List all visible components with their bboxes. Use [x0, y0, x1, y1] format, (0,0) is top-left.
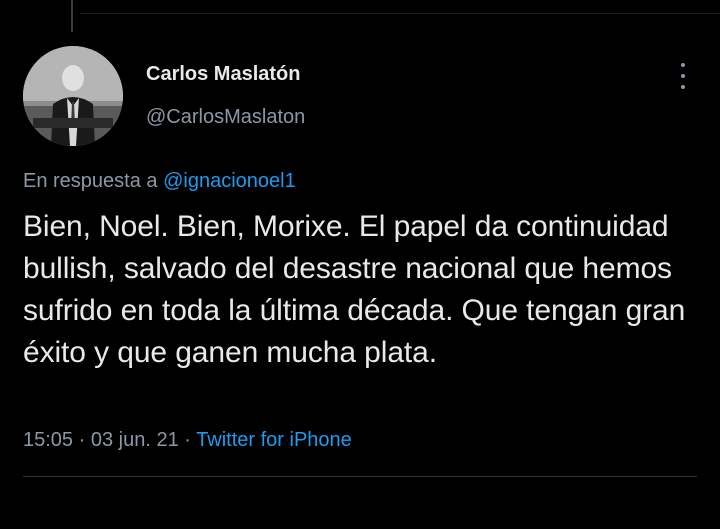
reply-context: En respuesta a @ignacionoel1: [23, 170, 296, 193]
tweet-source-link[interactable]: Twitter for iPhone: [196, 429, 352, 451]
reply-prefix: En respuesta a: [23, 170, 158, 192]
reply-mention-link[interactable]: @ignacionoel1: [163, 170, 296, 192]
thread-connector-line: [71, 0, 73, 32]
tweet-text: Bien, Noel. Bien, Morixe. El papel da co…: [23, 210, 686, 369]
more-vertical-icon[interactable]: [672, 62, 694, 90]
meta-separator: ·: [78, 429, 86, 451]
avatar[interactable]: [23, 46, 123, 146]
more-dot: [681, 74, 685, 78]
tweet-metadata: 15:05 · 03 jun. 21 · Twitter for iPhone: [23, 429, 352, 452]
more-dot: [681, 63, 685, 67]
bottom-divider: [23, 476, 697, 477]
meta-separator: ·: [184, 429, 191, 451]
more-dot: [681, 85, 685, 89]
avatar-photo: [23, 46, 123, 146]
top-divider: [80, 13, 720, 14]
tweet-date[interactable]: 03 jun. 21: [91, 429, 179, 451]
author-handle[interactable]: @CarlosMaslaton: [146, 106, 305, 129]
author-name[interactable]: Carlos Maslatón: [146, 63, 300, 86]
tweet-time[interactable]: 15:05: [23, 429, 73, 451]
